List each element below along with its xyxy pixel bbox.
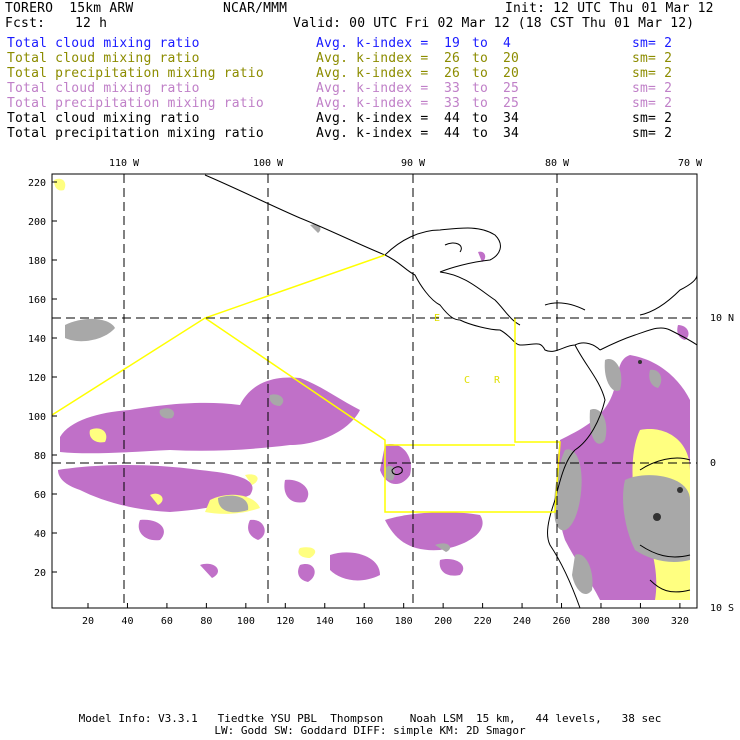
y-tick-label: 80: [34, 451, 46, 462]
field-fills: [54, 178, 690, 600]
y-tick-label: 20: [34, 568, 46, 579]
latitude-label: 10 N: [710, 313, 734, 324]
x-tick-label: 160: [355, 616, 373, 627]
longitude-label: 70 W: [678, 158, 703, 169]
map-plot: 20 40 60 80 100 120 140 160 180 200 220 240 260 280 30…: [28, 158, 734, 627]
y-tick-label: 200: [28, 217, 46, 228]
model-info-line2: LW: Godd SW: Goddard DIFF: simple KM: 2D…: [214, 724, 526, 737]
x-tick-label: 180: [395, 616, 413, 627]
region-label: C: [464, 375, 470, 386]
y-tick-label: 100: [28, 412, 46, 423]
longitude-label: 110 W: [109, 158, 140, 169]
y-tick-label: 220: [28, 178, 46, 189]
x-tick-label: 20: [82, 616, 94, 627]
x-tick-label: 120: [276, 616, 294, 627]
x-tick-label: 60: [161, 616, 173, 627]
region-label: R: [494, 375, 501, 386]
x-tick-label: 140: [316, 616, 334, 627]
latitude-label: 0: [710, 458, 716, 469]
y-tick-label: 160: [28, 295, 46, 306]
x-tick-label: 100: [237, 616, 255, 627]
x-tick-label: 80: [200, 616, 212, 627]
longitude-label: 80 W: [545, 158, 570, 169]
y-tick-label: 120: [28, 373, 46, 384]
y-tick-label: 60: [34, 490, 46, 501]
longitude-label: 90 W: [401, 158, 426, 169]
latitude-label: 10 S: [710, 603, 734, 614]
x-tick-label: 260: [552, 616, 570, 627]
x-tick-label: 40: [121, 616, 133, 627]
y-tick-label: 180: [28, 256, 46, 267]
x-tick-label: 320: [671, 616, 689, 627]
x-tick-label: 240: [513, 616, 531, 627]
x-tick-label: 220: [474, 616, 492, 627]
x-tick-label: 280: [592, 616, 610, 627]
longitude-label: 100 W: [253, 158, 284, 169]
x-tick-label: 300: [631, 616, 649, 627]
x-tick-label: 200: [434, 616, 452, 627]
y-tick-label: 40: [34, 529, 46, 540]
y-tick-label: 140: [28, 334, 46, 345]
region-label: E: [434, 313, 440, 324]
